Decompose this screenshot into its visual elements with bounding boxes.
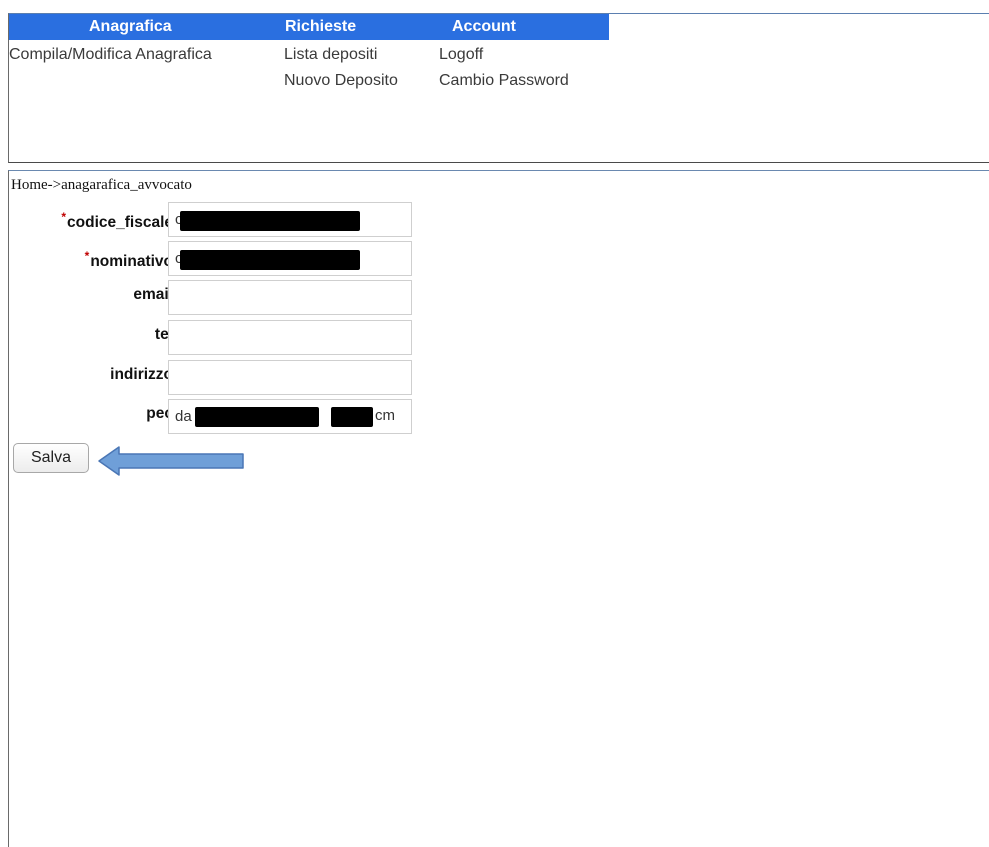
required-mark: * (84, 249, 90, 263)
pec-value-end: cm (375, 407, 395, 424)
pointer-arrow-icon (98, 446, 244, 476)
menu-item-logoff[interactable]: Logoff (439, 46, 483, 64)
menu-item-cambio-password[interactable]: Cambio Password (439, 72, 569, 90)
redaction-box (195, 407, 319, 427)
menu-bar: Anagrafica Richieste Account (9, 14, 609, 40)
menu-header-account: Account (452, 18, 516, 35)
form-row-email: email (9, 280, 429, 316)
top-menu-frame: Anagrafica Richieste Account Compila/Mod… (8, 13, 989, 163)
menu-header-anagrafica: Anagrafica (89, 18, 172, 35)
redaction-box (331, 407, 373, 427)
redaction-box (180, 250, 360, 270)
codice-fiscale-label: *codice_fiscale (61, 210, 173, 232)
form-row-nominativo: *nominativo (9, 241, 429, 277)
email-input[interactable] (168, 280, 412, 315)
tel-input[interactable] (168, 320, 412, 355)
save-button[interactable]: Salva (13, 443, 89, 473)
menu-item-lista-depositi[interactable]: Lista depositi (284, 46, 377, 64)
content-frame: Home->anagarafica_avvocato *codice_fisca… (8, 170, 989, 847)
required-mark: * (61, 210, 67, 224)
form-row-codice-fiscale: *codice_fiscale (9, 202, 429, 238)
form-row-tel: tel (9, 320, 429, 356)
indirizzo-input[interactable] (168, 360, 412, 395)
form-row-indirizzo: indirizzo (9, 360, 429, 396)
form-row-pec: pec cm (9, 399, 429, 435)
menu-item-compila-modifica-anagrafica[interactable]: Compila/Modifica Anagrafica (9, 46, 212, 64)
menu-item-nuovo-deposito[interactable]: Nuovo Deposito (284, 72, 398, 90)
redaction-box (180, 211, 360, 231)
menu-header-richieste: Richieste (285, 18, 357, 35)
breadcrumb: Home->anagarafica_avvocato (11, 177, 192, 193)
nominativo-label: *nominativo (84, 249, 173, 271)
indirizzo-label: indirizzo (110, 366, 173, 383)
